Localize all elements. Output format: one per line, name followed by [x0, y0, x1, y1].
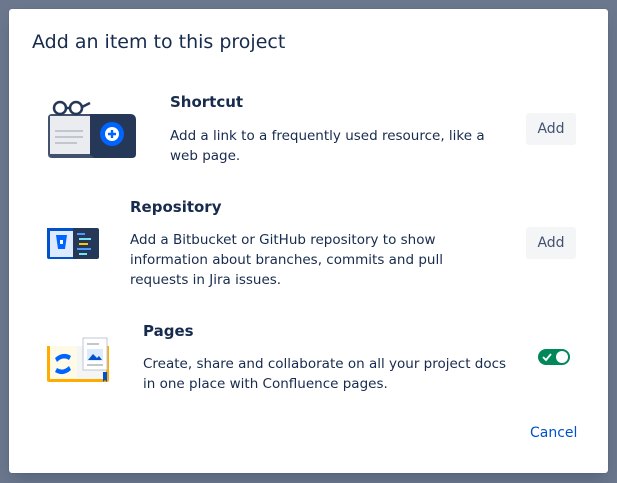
repository-title: Repository — [130, 198, 222, 216]
add-shortcut-button[interactable]: Add — [526, 113, 576, 145]
pages-title: Pages — [143, 322, 194, 340]
pages-illustration-icon — [45, 336, 113, 388]
pages-description: Create, share and collaborate on all you… — [143, 356, 507, 392]
repository-description: Add a Bitbucket or GitHub repository to … — [130, 232, 443, 288]
toggle-knob — [556, 351, 568, 363]
shortcut-description: Add a link to a frequently used resource… — [170, 128, 485, 164]
shortcut-title: Shortcut — [170, 93, 244, 111]
add-repository-button[interactable]: Add — [526, 227, 576, 259]
pages-toggle[interactable] — [538, 349, 570, 365]
repository-illustration-icon — [47, 225, 101, 265]
cancel-button[interactable]: Cancel — [530, 425, 577, 441]
dialog-title: Add an item to this project — [32, 31, 286, 53]
shortcut-illustration-icon — [46, 98, 139, 164]
check-icon — [542, 353, 552, 362]
add-item-dialog: Add an item to this project Shortcut Add… — [9, 9, 608, 473]
